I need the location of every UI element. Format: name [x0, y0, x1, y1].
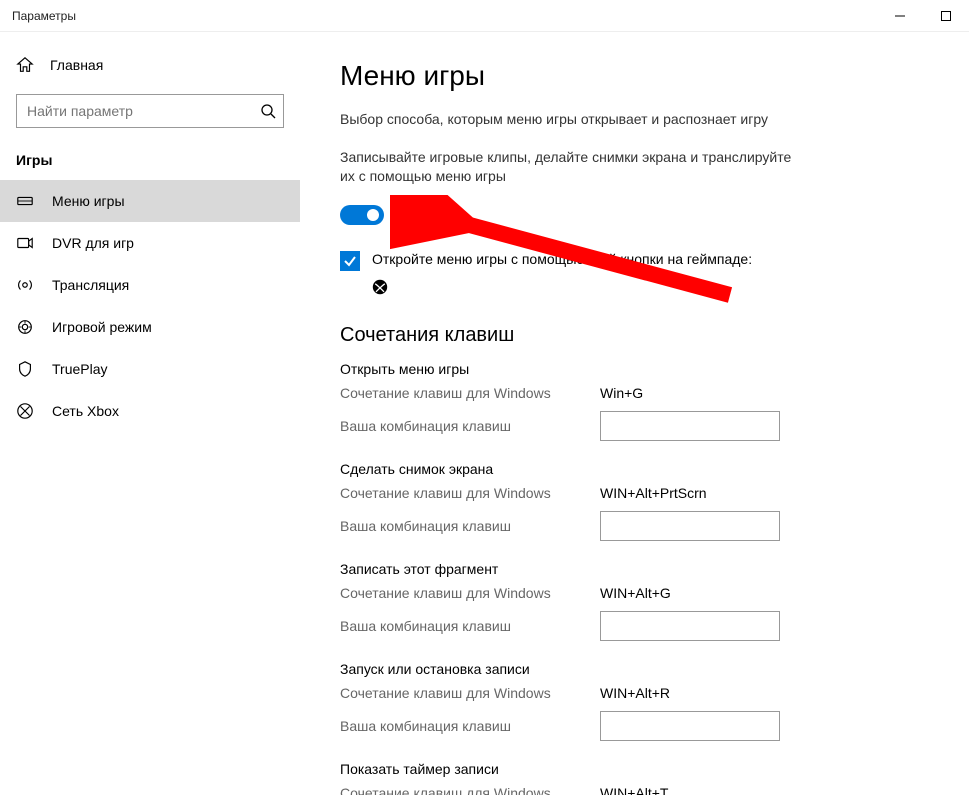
shortcut-name: Открыть меню игры — [340, 361, 929, 377]
shortcut-group: Запуск или остановка записи Сочетание кла… — [340, 661, 929, 741]
shortcut-user-row: Ваша комбинация клавиш — [340, 711, 929, 741]
sidebar-item-game-mode[interactable]: Игровой режим — [0, 306, 300, 348]
sidebar-item-label: Трансляция — [52, 277, 129, 293]
shortcut-windows-label: Сочетание клавиш для Windows — [340, 485, 600, 501]
shortcut-user-label: Ваша комбинация клавиш — [340, 418, 600, 434]
shortcut-windows-row: Сочетание клавиш для WindowsWin+G — [340, 385, 929, 401]
shortcut-name: Сделать снимок экрана — [340, 461, 929, 477]
dvr-icon — [16, 234, 34, 252]
trueplay-icon — [16, 360, 34, 378]
game-bar-toggle-row: Вкл. — [340, 205, 929, 225]
sidebar-item-label: Сеть Xbox — [52, 403, 119, 419]
game-bar-icon — [16, 192, 34, 210]
gamepad-checkbox-row: Откройте меню игры с помощью этой кнопки… — [340, 251, 820, 271]
page-description-2: Записывайте игровые клипы, делайте снимк… — [340, 148, 800, 187]
shortcut-windows-row: Сочетание клавиш для WindowsWIN+Alt+G — [340, 585, 929, 601]
gamepad-checkbox-label: Откройте меню игры с помощью этой кнопки… — [372, 251, 752, 267]
toggle-label: Вкл. — [396, 207, 424, 223]
shortcut-windows-row: Сочетание клавиш для WindowsWIN+Alt+T — [340, 785, 929, 795]
sidebar-item-dvr[interactable]: DVR для игр — [0, 222, 300, 264]
shortcut-user-input[interactable] — [600, 511, 780, 541]
game-bar-toggle[interactable] — [340, 205, 384, 225]
shortcut-user-label: Ваша комбинация клавиш — [340, 518, 600, 534]
search-input[interactable] — [16, 94, 284, 128]
home-icon — [16, 56, 34, 74]
sidebar-item-label: Игровой режим — [52, 319, 152, 335]
sidebar-item-broadcast[interactable]: Трансляция — [0, 264, 300, 306]
shortcut-windows-label: Сочетание клавиш для Windows — [340, 785, 600, 795]
shortcut-user-row: Ваша комбинация клавиш — [340, 611, 929, 641]
gamepad-checkbox[interactable] — [340, 251, 360, 271]
shortcut-windows-value: WIN+Alt+R — [600, 685, 670, 701]
sidebar: Главная Игры Меню игры DVR для игр — [0, 32, 300, 795]
sidebar-item-label: Меню игры — [52, 193, 125, 209]
home-link[interactable]: Главная — [0, 48, 300, 82]
sidebar-item-label: DVR для игр — [52, 235, 134, 251]
shortcut-group: Показать таймер записи Сочетание клавиш д… — [340, 761, 929, 795]
sidebar-item-trueplay[interactable]: TruePlay — [0, 348, 300, 390]
page-description-1: Выбор способа, которым меню игры открыва… — [340, 110, 800, 130]
shortcuts-section-title: Сочетания клавиш — [340, 324, 929, 347]
sidebar-item-game-bar[interactable]: Меню игры — [0, 180, 300, 222]
shortcut-user-label: Ваша комбинация клавиш — [340, 718, 600, 734]
shortcut-group: Записать этот фрагмент Сочетание клавиш д… — [340, 561, 929, 641]
shortcut-group: Сделать снимок экрана Сочетание клавиш дл… — [340, 461, 929, 541]
shortcut-windows-row: Сочетание клавиш для WindowsWIN+Alt+R — [340, 685, 929, 701]
shortcut-user-row: Ваша комбинация клавиш — [340, 411, 929, 441]
shortcut-name: Запуск или остановка записи — [340, 661, 929, 677]
shortcut-windows-label: Сочетание клавиш для Windows — [340, 385, 600, 401]
shortcut-user-input[interactable] — [600, 711, 780, 741]
sidebar-item-xbox-network[interactable]: Сеть Xbox — [0, 390, 300, 432]
shortcut-user-label: Ваша комбинация клавиш — [340, 618, 600, 634]
shortcut-windows-row: Сочетание клавиш для WindowsWIN+Alt+PrtS… — [340, 485, 929, 501]
shortcut-windows-label: Сочетание клавиш для Windows — [340, 585, 600, 601]
shortcut-group: Открыть меню игры Сочетание клавиш для Wi… — [340, 361, 929, 441]
game-mode-icon — [16, 318, 34, 336]
home-label: Главная — [50, 57, 103, 73]
main-content: Меню игры Выбор способа, которым меню иг… — [300, 32, 969, 795]
shortcut-windows-label: Сочетание клавиш для Windows — [340, 685, 600, 701]
shortcut-windows-value: WIN+Alt+PrtScrn — [600, 485, 707, 501]
sidebar-section-header: Игры — [0, 152, 300, 180]
shortcut-name: Записать этот фрагмент — [340, 561, 929, 577]
minimize-button[interactable] — [877, 0, 923, 32]
maximize-button[interactable] — [923, 0, 969, 32]
shortcut-user-input[interactable] — [600, 611, 780, 641]
titlebar: Параметры — [0, 0, 969, 32]
shortcut-name: Показать таймер записи — [340, 761, 929, 777]
xbox-network-icon — [16, 402, 34, 420]
window-title: Параметры — [12, 9, 76, 23]
shortcut-windows-value: WIN+Alt+T — [600, 785, 668, 795]
xbox-button-icon — [372, 279, 929, 300]
page-title: Меню игры — [340, 60, 929, 92]
window-controls — [877, 0, 969, 32]
sidebar-item-label: TruePlay — [52, 361, 108, 377]
broadcast-icon — [16, 276, 34, 294]
shortcut-windows-value: WIN+Alt+G — [600, 585, 671, 601]
shortcut-user-input[interactable] — [600, 411, 780, 441]
search-icon — [260, 103, 276, 119]
search-wrap — [16, 94, 284, 128]
shortcut-user-row: Ваша комбинация клавиш — [340, 511, 929, 541]
shortcut-windows-value: Win+G — [600, 385, 643, 401]
